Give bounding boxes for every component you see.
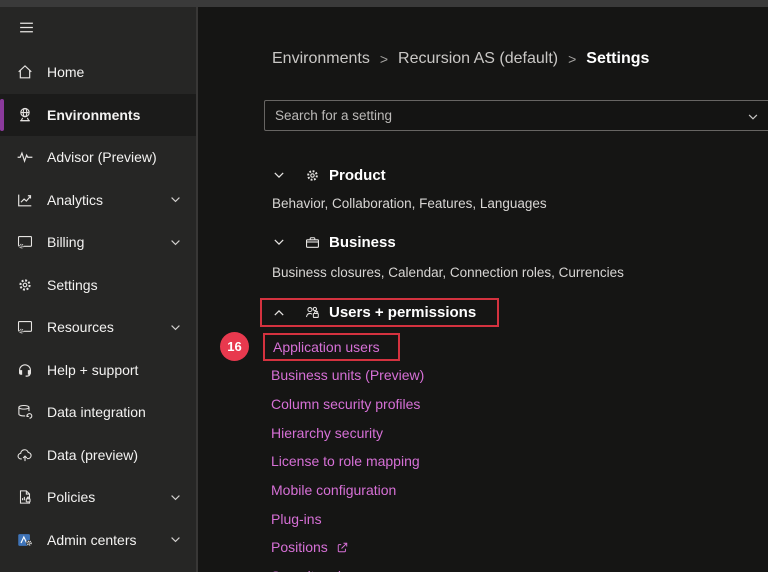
power-platform-admin-center: Home Environments Advisor (Preview) Anal… — [0, 0, 768, 572]
settings-search-combobox[interactable]: Search for a setting — [264, 100, 768, 131]
policy-document-icon — [16, 488, 34, 506]
external-link-icon — [336, 541, 349, 554]
sidebar-item-label: Advisor (Preview) — [47, 149, 157, 166]
people-lock-icon — [304, 304, 321, 321]
list-item: Mobile configuration — [271, 476, 424, 505]
chevron-down-icon — [169, 193, 182, 206]
list-item: Business units (Preview) — [271, 361, 424, 390]
cloud-upload-icon — [16, 446, 34, 464]
chevron-down-icon — [169, 321, 182, 334]
sidebar-item-data-preview[interactable]: Data (preview) — [0, 434, 196, 477]
chevron-up-icon — [272, 306, 286, 320]
sidebar-item-advisor[interactable]: Advisor (Preview) — [0, 136, 196, 179]
section-title: Users + permissions — [329, 304, 477, 321]
link-mobile-configuration[interactable]: Mobile configuration — [271, 482, 396, 498]
link-column-security-profiles[interactable]: Column security profiles — [271, 396, 420, 412]
sidebar: Home Environments Advisor (Preview) Anal… — [0, 7, 198, 572]
sidebar-item-label: Resources — [47, 319, 114, 336]
section-title: Product — [329, 166, 386, 184]
chevron-down-icon — [272, 235, 286, 249]
sidebar-item-resources[interactable]: Resources — [0, 306, 196, 349]
list-item: License to role mapping — [271, 447, 424, 476]
breadcrumb-environments[interactable]: Environments — [272, 50, 370, 68]
list-item: Security roles — [271, 562, 424, 572]
link-license-to-role-mapping[interactable]: License to role mapping — [271, 453, 420, 469]
sidebar-item-settings[interactable]: Settings — [0, 264, 196, 307]
sidebar-item-label: Home — [47, 64, 85, 81]
annotation-step-badge: 16 — [220, 332, 249, 361]
sidebar-item-label: Help + support — [47, 361, 139, 378]
breadcrumb-separator: > — [568, 51, 577, 67]
section-header-business[interactable]: Business — [272, 230, 396, 254]
sidebar-item-label: Billing — [47, 234, 85, 251]
link-plug-ins[interactable]: Plug-ins — [271, 511, 322, 527]
sidebar-item-policies[interactable]: Policies — [0, 476, 196, 519]
list-item: Positions — [271, 533, 424, 562]
breadcrumb: Environments > Recursion AS (default) > … — [272, 50, 649, 68]
list-item: Plug-ins — [271, 504, 424, 533]
chevron-down-icon — [169, 491, 182, 504]
link-hierarchy-security[interactable]: Hierarchy security — [271, 425, 383, 441]
combobox-chevron-down-icon — [747, 111, 759, 123]
main-content: Environments > Recursion AS (default) > … — [200, 7, 768, 572]
hamburger-menu-button[interactable] — [12, 17, 40, 41]
sidebar-item-help-support[interactable]: Help + support — [0, 349, 196, 392]
application-users-highlight-box: Application users — [263, 333, 400, 361]
users-permissions-links: Business units (Preview) Column security… — [271, 361, 424, 572]
section-title: Business — [329, 233, 396, 251]
sidebar-item-analytics[interactable]: Analytics — [0, 179, 196, 222]
section-header-users-permissions[interactable]: Users + permissions — [260, 298, 499, 327]
link-business-units[interactable]: Business units (Preview) — [271, 367, 424, 383]
chevron-down-icon — [169, 236, 182, 249]
gear-icon — [304, 167, 321, 184]
sidebar-item-environments[interactable]: Environments — [0, 93, 196, 136]
sidebar-item-label: Policies — [47, 489, 96, 506]
link-positions[interactable]: Positions — [271, 539, 328, 555]
chevron-down-icon — [169, 533, 182, 546]
sidebar-item-label: Environments — [47, 106, 141, 123]
billing-card-gear-icon — [16, 233, 34, 251]
breadcrumb-current-page: Settings — [586, 50, 650, 67]
briefcase-icon — [304, 234, 321, 251]
sidebar-item-billing[interactable]: Billing — [0, 221, 196, 264]
section-header-product[interactable]: Product — [272, 163, 386, 187]
database-sync-icon — [16, 403, 34, 421]
section-summary-product: Behavior, Collaboration, Features, Langu… — [272, 196, 547, 211]
sidebar-item-admin-centers[interactable]: Admin centers — [0, 519, 196, 562]
sidebar-item-label: Admin centers — [47, 531, 137, 548]
sidebar-item-label: Analytics — [47, 191, 104, 208]
sidebar-nav: Home Environments Advisor (Preview) Anal… — [0, 51, 196, 561]
search-placeholder: Search for a setting — [275, 108, 393, 123]
admin-centers-app-icon — [16, 531, 34, 549]
resources-card-gear-icon — [16, 318, 34, 336]
sidebar-item-label: Data (preview) — [47, 446, 139, 463]
chevron-down-icon — [272, 168, 286, 182]
hamburger-icon — [18, 19, 35, 39]
breadcrumb-environment-name[interactable]: Recursion AS (default) — [398, 50, 558, 68]
link-application-users[interactable]: Application users — [273, 339, 380, 355]
sidebar-item-label: Settings — [47, 276, 98, 293]
environments-globe-icon — [16, 106, 34, 124]
sidebar-item-label: Data integration — [47, 404, 146, 421]
list-item: Column security profiles — [271, 390, 424, 419]
settings-gear-icon — [16, 276, 34, 294]
analytics-chart-icon — [16, 191, 34, 209]
breadcrumb-separator: > — [379, 51, 389, 67]
sidebar-item-home[interactable]: Home — [0, 51, 196, 94]
link-security-roles[interactable]: Security roles — [271, 568, 356, 572]
window-top-strip — [0, 0, 768, 7]
help-headset-icon — [16, 361, 34, 379]
advisor-pulse-icon — [16, 148, 34, 166]
home-icon — [16, 63, 34, 81]
sidebar-item-data-integration[interactable]: Data integration — [0, 391, 196, 434]
section-summary-business: Business closures, Calendar, Connection … — [272, 265, 624, 280]
list-item: Hierarchy security — [271, 418, 424, 447]
